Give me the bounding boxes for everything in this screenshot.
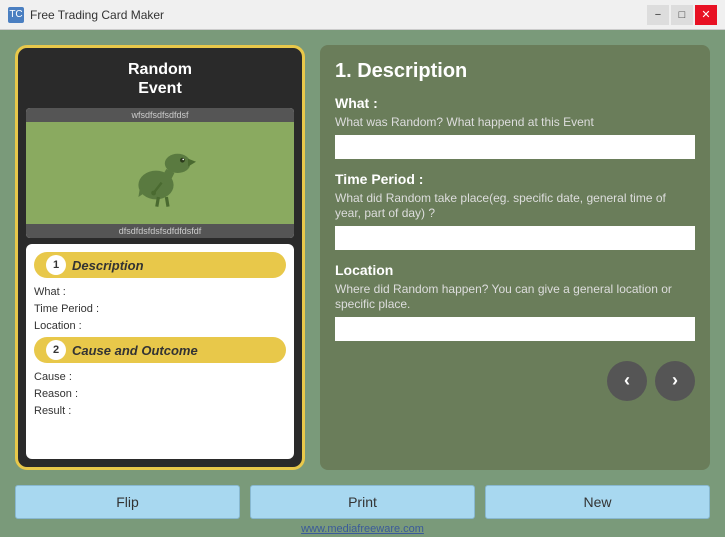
what-field-group: What : What was Random? What happend at … [335,95,695,159]
section2-number: 2 [46,340,66,360]
flip-button[interactable]: Flip [15,485,240,519]
location-input[interactable] [335,317,695,341]
section1-number: 1 [46,255,66,275]
card-body: 1 Description What : Time Period : Locat… [26,244,294,459]
title-bar-left: TC Free Trading Card Maker [8,7,164,23]
card-header: Random Event [26,56,294,102]
section2-badge: 2 Cause and Outcome [34,337,286,363]
card-image-label-bottom: dfsdfdsfdsfsdfdfdsfdf [26,224,294,238]
section1-label: Description [72,258,144,273]
card-image-area: wfsdfsdfsdfdsf [26,108,294,238]
dino-image [120,133,200,213]
prev-button[interactable]: ‹ [607,361,647,401]
section-title: 1. Description [335,60,695,83]
close-button[interactable]: ✕ [695,5,717,25]
bottom-buttons: Flip Print New [15,485,710,519]
card-field-reason: Reason : [34,388,286,400]
minimize-button[interactable]: − [647,5,669,25]
time-field-group: Time Period : What did Random take place… [335,171,695,250]
section1-badge: 1 Description [34,252,286,278]
nav-buttons: ‹ › [335,361,695,401]
time-label: Time Period : [335,171,695,187]
title-bar: TC Free Trading Card Maker − □ ✕ [0,0,725,30]
card-field-what: What : [34,286,286,298]
section2-label: Cause and Outcome [72,343,198,358]
bottom-bar: Flip Print New www.mediafreeware.com [0,485,725,537]
time-input[interactable] [335,226,695,250]
maximize-button[interactable]: □ [671,5,693,25]
location-hint: Where did Random happen? You can give a … [335,282,695,313]
card-field-cause: Cause : [34,371,286,383]
next-button[interactable]: › [655,361,695,401]
right-panel: 1. Description What : What was Random? W… [320,45,710,470]
what-hint: What was Random? What happend at this Ev… [335,115,695,131]
card-field-result: Result : [34,405,286,417]
what-label: What : [335,95,695,111]
time-hint: What did Random take place(eg. specific … [335,191,695,222]
footer-link[interactable]: www.mediafreeware.com [301,521,424,537]
card-field-location: Location : [34,320,286,332]
location-field-group: Location Where did Random happen? You ca… [335,262,695,341]
window-title: Free Trading Card Maker [30,8,164,22]
location-label: Location [335,262,695,278]
card-image-dino [26,122,294,224]
app-icon: TC [8,7,24,23]
card-image-label-top: wfsdfsdfsdfdsf [26,108,294,122]
new-button[interactable]: New [485,485,710,519]
what-input[interactable] [335,135,695,159]
print-button[interactable]: Print [250,485,475,519]
card-field-time: Time Period : [34,303,286,315]
window-controls: − □ ✕ [647,5,717,25]
card-panel: Random Event wfsdfsdfsdfdsf [15,45,305,470]
main-content: Random Event wfsdfsdfsdfdsf [0,30,725,485]
